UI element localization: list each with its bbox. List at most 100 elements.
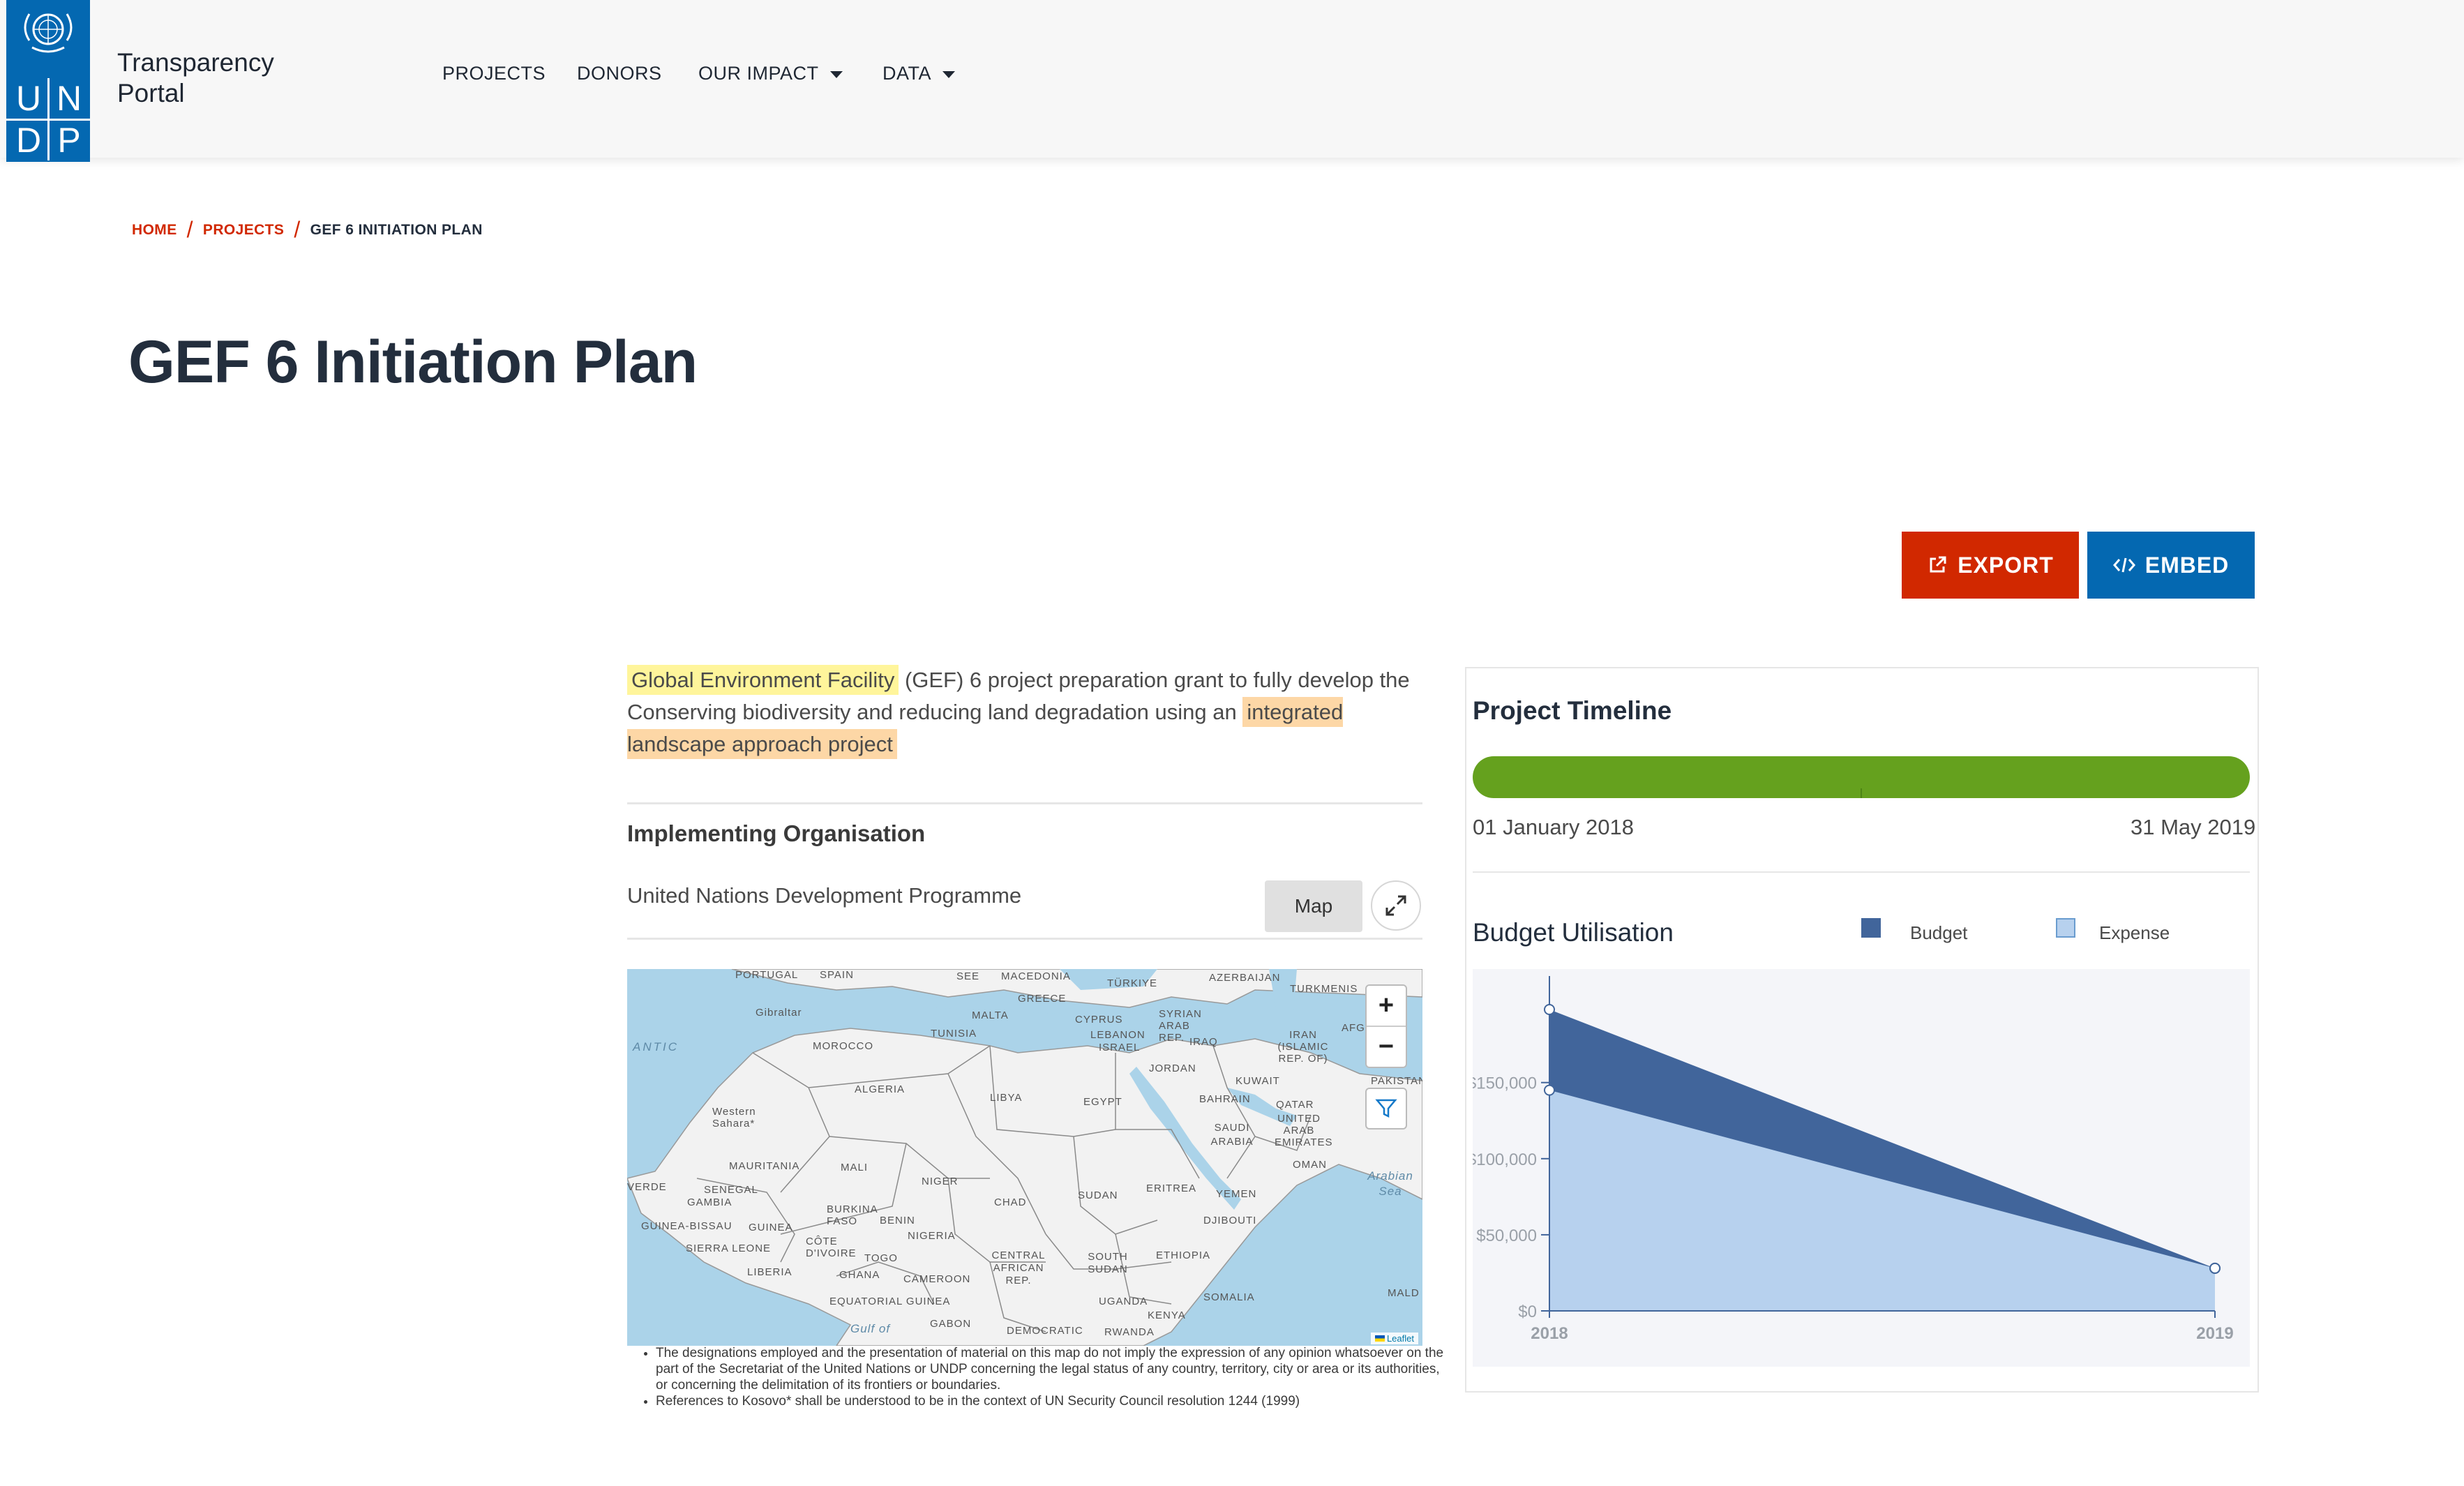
code-icon bbox=[2112, 557, 2135, 573]
filter-icon bbox=[1375, 1099, 1397, 1118]
map-label: CYPRUS bbox=[1075, 1014, 1123, 1026]
map-label: GUINEA-BISSAU bbox=[641, 1220, 733, 1232]
logo-letter-p: P bbox=[57, 121, 81, 160]
map-filter-button[interactable] bbox=[1365, 1088, 1407, 1129]
logo-letter-d: D bbox=[15, 121, 42, 160]
map-label: LIBYA bbox=[990, 1092, 1023, 1104]
map-label: GUINEA bbox=[749, 1222, 793, 1233]
map-land-shapes bbox=[627, 969, 1422, 1346]
data-point-expense bbox=[1544, 1084, 1555, 1096]
map-label: AFG bbox=[1342, 1022, 1365, 1034]
breadcrumb-home[interactable]: HOME bbox=[132, 222, 177, 238]
map-label: TUNISIA bbox=[931, 1028, 977, 1040]
nav-donors[interactable]: DONORS bbox=[577, 63, 662, 84]
map-label: NIGERIA bbox=[908, 1230, 956, 1242]
zoom-out-button[interactable]: − bbox=[1367, 1027, 1406, 1066]
map-label: UGANDA bbox=[1099, 1296, 1148, 1307]
map-label: MALI bbox=[841, 1162, 869, 1173]
export-button-label: EXPORT bbox=[1958, 552, 2054, 578]
site-title-line2: Portal bbox=[117, 79, 185, 107]
data-point-budget bbox=[1544, 1004, 1555, 1015]
x-tick-label: 2019 bbox=[2196, 1324, 2233, 1343]
undp-logo[interactable]: U N D P bbox=[6, 0, 90, 162]
map-label: TURKMENIS bbox=[1290, 983, 1358, 995]
map-label: SOUTH SUDAN bbox=[1088, 1251, 1128, 1275]
map-label: ETHIOPIA bbox=[1156, 1249, 1211, 1261]
map-label: SENEGAL bbox=[704, 1184, 758, 1196]
map-label: IRAQ bbox=[1189, 1036, 1218, 1048]
x-tick-label: 2018 bbox=[1531, 1324, 1568, 1343]
project-map[interactable]: PORTUGAL SPAIN SEE MACEDONIA TÜRKIYE AZE… bbox=[627, 969, 1422, 1346]
map-label: ALGERIA bbox=[855, 1083, 906, 1095]
map-label: ERITREA bbox=[1146, 1183, 1197, 1194]
map-label: MALTA bbox=[972, 1010, 1009, 1021]
map-label: MOROCCO bbox=[813, 1040, 873, 1052]
highlighted-term[interactable]: Global Environment Facility bbox=[627, 665, 899, 695]
map-disclaimer-notes: The designations employed and the presen… bbox=[636, 1345, 1444, 1409]
map-label: GHANA bbox=[839, 1269, 880, 1281]
sea-label: Arabian Sea bbox=[1367, 1169, 1413, 1198]
breadcrumb-projects[interactable]: PROJECTS bbox=[203, 222, 284, 238]
timeline-end-date: 31 May 2019 bbox=[2131, 815, 2256, 839]
map-label: NIGER bbox=[922, 1176, 959, 1187]
breadcrumb: HOME / PROJECTS / GEF 6 INITIATION PLAN bbox=[132, 217, 483, 243]
page-title: GEF 6 Initiation Plan bbox=[128, 329, 698, 396]
embed-button[interactable]: EMBED bbox=[2087, 532, 2255, 599]
map-note: References to Kosovo* shall be understoo… bbox=[656, 1393, 1444, 1409]
map-label: TÜRKIYE bbox=[1107, 977, 1158, 989]
map-label: DJIBOUTI bbox=[1203, 1215, 1257, 1226]
project-description: Global Environment Facility (GEF) 6 proj… bbox=[627, 664, 1429, 760]
leaflet-attribution-link[interactable]: Leaflet bbox=[1370, 1333, 1418, 1344]
map-label: YEMEN bbox=[1216, 1188, 1257, 1200]
map-label: CENTRAL AFRICAN REP. bbox=[991, 1249, 1046, 1286]
map-label: VERDE bbox=[627, 1181, 667, 1193]
map-label: KENYA bbox=[1148, 1309, 1186, 1321]
nav-projects-label: PROJECTS bbox=[442, 63, 546, 84]
map-label: SPAIN bbox=[820, 969, 854, 981]
expand-map-button[interactable] bbox=[1371, 880, 1421, 931]
timeline-start-date: 01 January 2018 bbox=[1473, 815, 1634, 839]
map-label: MALD bbox=[1388, 1287, 1420, 1299]
logo-letter-u: U bbox=[15, 79, 42, 118]
map-label: Gibraltar bbox=[756, 1007, 802, 1019]
map-label: ISRAEL bbox=[1099, 1042, 1141, 1053]
y-tick-label: $50,000 bbox=[1476, 1226, 1537, 1245]
nav-data-label: DATA bbox=[882, 63, 932, 84]
map-label: BENIN bbox=[880, 1215, 915, 1226]
logo-letter-n: N bbox=[56, 79, 82, 118]
map-label: JORDAN bbox=[1149, 1063, 1196, 1074]
map-label: CHAD bbox=[994, 1196, 1027, 1208]
map-label: BURKINA FASO bbox=[827, 1203, 878, 1227]
map-toggle-button[interactable]: Map bbox=[1265, 880, 1362, 932]
map-label: SUDAN bbox=[1078, 1189, 1118, 1201]
nav-our-impact[interactable]: OUR IMPACT bbox=[698, 63, 843, 84]
legend-expense-label[interactable]: Expense bbox=[2099, 922, 2170, 944]
y-tick-label: $0 bbox=[1518, 1303, 1537, 1321]
top-header bbox=[0, 0, 2464, 158]
embed-button-label: EMBED bbox=[2144, 552, 2230, 578]
y-tick-label: $100,000 bbox=[1473, 1150, 1537, 1169]
map-note: The designations employed and the presen… bbox=[656, 1345, 1444, 1393]
legend-budget-label[interactable]: Budget bbox=[1910, 922, 1967, 944]
site-title[interactable]: Transparency Portal bbox=[117, 47, 274, 109]
zoom-in-button[interactable]: + bbox=[1367, 986, 1406, 1025]
map-label: MAURITANIA bbox=[729, 1160, 800, 1172]
breadcrumb-separator: / bbox=[294, 217, 301, 242]
map-label: Western Sahara* bbox=[712, 1106, 756, 1129]
map-label: IRAN (ISLAMIC REP. OF) bbox=[1277, 1029, 1329, 1065]
map-label: LEBANON bbox=[1090, 1029, 1145, 1041]
sea-label: Gulf of bbox=[850, 1322, 891, 1335]
implementing-org-value: United Nations Development Programme bbox=[627, 883, 1022, 908]
nav-projects[interactable]: PROJECTS bbox=[442, 63, 546, 84]
map-label: GREECE bbox=[1018, 993, 1067, 1005]
nav-data[interactable]: DATA bbox=[882, 63, 956, 84]
map-label: SAUDI ARABIA bbox=[1210, 1122, 1254, 1148]
legend-budget-swatch bbox=[1861, 918, 1881, 938]
expand-icon bbox=[1385, 895, 1406, 916]
export-button[interactable]: EXPORT bbox=[1902, 532, 2079, 599]
section-divider bbox=[627, 938, 1422, 940]
map-label: AZERBAIJAN bbox=[1209, 972, 1281, 984]
un-emblem-icon bbox=[24, 13, 73, 53]
implementing-org-heading: Implementing Organisation bbox=[627, 820, 926, 846]
map-label: PORTUGAL bbox=[735, 969, 799, 981]
